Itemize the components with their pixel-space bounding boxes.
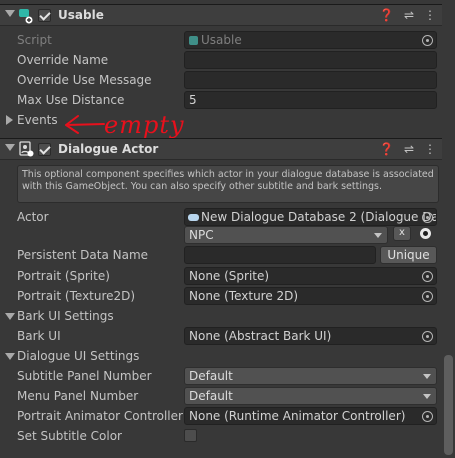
chevron-down-icon — [423, 374, 431, 379]
menu-panel-number-dropdown[interactable]: Default — [184, 387, 437, 405]
portrait-animator-controller-label: Portrait Animator Controller — [17, 409, 183, 423]
bark-ui-value: None (Abstract Bark UI) — [189, 329, 332, 343]
object-picker-icon[interactable] — [422, 411, 433, 422]
usable-component-icon — [18, 8, 33, 24]
foldout-expanded-icon[interactable] — [5, 144, 15, 151]
menu-panel-number-label: Menu Panel Number — [17, 389, 139, 403]
dialogue-actor-title: Dialogue Actor — [58, 142, 159, 156]
usable-title: Usable — [58, 8, 104, 22]
max-use-distance-input[interactable]: 5 — [184, 91, 437, 109]
portrait-texture-value: None (Texture 2D) — [189, 289, 299, 303]
subtitle-panel-number-dropdown[interactable]: Default — [184, 367, 437, 385]
portrait-texture-field[interactable]: None (Texture 2D) — [184, 287, 437, 305]
persistent-data-name-input[interactable] — [184, 246, 376, 264]
portrait-sprite-field[interactable]: None (Sprite) — [184, 267, 437, 285]
override-use-message-label: Override Use Message — [17, 73, 152, 87]
menu-panel-number-value: Default — [189, 389, 233, 403]
script-value: Usable — [201, 33, 242, 47]
actor-database-value: New Dialogue Database 2 (Dialogue Da — [201, 210, 437, 224]
dialogue-ui-settings-foldout-icon[interactable] — [5, 353, 15, 360]
portrait-animator-controller-field[interactable]: None (Runtime Animator Controller) — [184, 407, 437, 425]
vertical-scrollbar[interactable] — [444, 355, 453, 455]
actor-dropdown[interactable]: NPC — [184, 226, 388, 244]
persistent-data-name-label: Persistent Data Name — [17, 248, 149, 262]
object-picker-icon[interactable] — [422, 212, 433, 223]
max-use-distance-label: Max Use Distance — [17, 93, 125, 107]
usable-component-header[interactable]: Usable ❓ ⇌ ⋮ — [0, 4, 442, 26]
context-menu-icon[interactable]: ⋮ — [424, 8, 436, 22]
radio-dot-icon[interactable] — [420, 228, 431, 239]
chevron-down-icon — [423, 394, 431, 399]
object-picker-icon[interactable] — [422, 271, 433, 282]
portrait-sprite-value: None (Sprite) — [189, 269, 270, 283]
dialogue-ui-settings-heading[interactable]: Dialogue UI Settings — [17, 349, 139, 363]
events-foldout-icon[interactable] — [6, 115, 13, 125]
set-subtitle-color-checkbox[interactable] — [184, 429, 197, 442]
bark-ui-settings-heading[interactable]: Bark UI Settings — [17, 309, 114, 323]
subtitle-panel-number-value: Default — [189, 369, 233, 383]
override-use-message-input[interactable] — [184, 71, 437, 89]
database-icon — [188, 214, 199, 221]
subtitle-panel-number-label: Subtitle Panel Number — [17, 369, 152, 383]
clear-actor-button[interactable]: x — [393, 226, 411, 241]
dialogue-actor-enabled-checkbox[interactable] — [38, 143, 51, 156]
set-subtitle-color-label: Set Subtitle Color — [17, 429, 122, 443]
help-box: This optional component specifies which … — [17, 165, 439, 203]
portrait-sprite-label: Portrait (Sprite) — [17, 269, 110, 283]
object-picker-icon[interactable] — [422, 35, 433, 46]
object-picker-icon[interactable] — [422, 291, 433, 302]
actor-dropdown-value: NPC — [189, 228, 214, 242]
foldout-expanded-icon[interactable] — [5, 10, 15, 17]
object-picker-icon[interactable] — [422, 331, 433, 342]
actor-label: Actor — [17, 210, 49, 224]
bark-ui-label: Bark UI — [17, 329, 61, 343]
presets-icon[interactable]: ⇌ — [404, 142, 414, 156]
help-icon[interactable]: ❓ — [379, 8, 394, 22]
script-field[interactable]: Usable — [184, 31, 437, 49]
events-label[interactable]: Events — [17, 113, 58, 127]
annotation-text: empty — [104, 111, 185, 139]
actor-database-field[interactable]: New Dialogue Database 2 (Dialogue Da — [184, 208, 437, 226]
bark-settings-foldout-icon[interactable] — [5, 313, 15, 320]
unique-button[interactable]: Unique — [380, 246, 437, 264]
context-menu-icon[interactable]: ⋮ — [424, 142, 436, 156]
script-label: Script — [17, 33, 52, 47]
usable-enabled-checkbox[interactable] — [38, 9, 51, 22]
portrait-animator-controller-value: None (Runtime Animator Controller) — [189, 409, 406, 423]
presets-icon[interactable]: ⇌ — [404, 8, 414, 22]
portrait-texture-label: Portrait (Texture2D) — [17, 289, 136, 303]
override-name-input[interactable] — [184, 51, 437, 69]
dialogue-actor-icon — [18, 141, 34, 157]
script-icon — [189, 36, 198, 45]
dialogue-actor-component-header[interactable]: Dialogue Actor ❓ ⇌ ⋮ — [0, 138, 442, 160]
chevron-down-icon — [374, 233, 382, 238]
override-name-label: Override Name — [17, 53, 109, 67]
help-icon[interactable]: ❓ — [379, 142, 394, 156]
bark-ui-field[interactable]: None (Abstract Bark UI) — [184, 327, 437, 345]
